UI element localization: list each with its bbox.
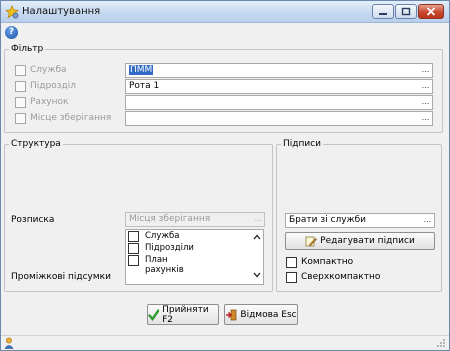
service-ellipsis-button[interactable]: ...	[419, 64, 432, 77]
edit-signatures-label: Редагувати підписи	[320, 236, 415, 246]
subtotals-label: Проміжкові підсумки	[11, 272, 111, 282]
scroll-down-icon[interactable]	[253, 272, 261, 278]
service-filter-label: Служба	[30, 65, 67, 75]
signatures-group: Підписи Брати зі служби ... Редагувати п…	[276, 139, 442, 292]
subtotal-units-checkbox[interactable]	[128, 243, 139, 254]
signature-source-ellipsis-button[interactable]: ...	[421, 214, 434, 227]
storage-filter-checkbox[interactable]	[15, 113, 26, 124]
help-button[interactable]: ?	[5, 26, 18, 39]
resize-grip-icon[interactable]	[436, 338, 446, 348]
edit-pencil-icon	[305, 236, 318, 247]
subtotal-accounts-label: План рахунків	[145, 255, 184, 275]
checkmark-icon	[148, 308, 160, 321]
service-value: ПММ	[129, 65, 154, 75]
close-icon	[426, 7, 436, 16]
exit-door-icon	[226, 309, 237, 320]
compact-label: Компактно	[301, 257, 354, 267]
supercompact-checkbox[interactable]	[286, 272, 297, 283]
structure-legend: Структура	[9, 139, 63, 149]
supercompact-label: Сверхкомпактно	[301, 272, 381, 282]
receipt-field: Місця зберігання ...	[125, 212, 265, 227]
service-field[interactable]: ПММ ...	[125, 63, 433, 78]
receipt-label: Розписка	[11, 215, 55, 225]
receipt-value: Місця зберігання	[129, 214, 211, 224]
edit-signatures-button[interactable]: Редагувати підписи	[285, 232, 435, 250]
unit-ellipsis-button[interactable]: ...	[419, 80, 432, 93]
unit-field[interactable]: Рота 1 ...	[125, 79, 433, 94]
help-icon: ?	[8, 27, 15, 37]
accept-button[interactable]: Прийняти F2	[147, 304, 219, 325]
maximize-button[interactable]	[395, 4, 417, 19]
subtotal-service-checkbox[interactable]	[128, 231, 139, 242]
account-field[interactable]: ...	[125, 95, 433, 110]
receipt-ellipsis-button: ...	[253, 214, 262, 223]
subtotal-accounts-checkbox[interactable]	[128, 255, 139, 266]
account-ellipsis-button[interactable]: ...	[419, 96, 432, 109]
filter-legend: Фільтр	[9, 44, 46, 54]
storage-ellipsis-button[interactable]: ...	[419, 112, 432, 125]
storage-field[interactable]: ...	[125, 111, 433, 126]
subtotal-service-label: Служба	[145, 231, 180, 241]
account-filter-label: Рахунок	[30, 97, 69, 107]
settings-window: Налаштування ? Фільтр Служба ПММ ... Під…	[0, 0, 450, 351]
minimize-button[interactable]	[372, 4, 394, 19]
user-icon	[4, 337, 14, 349]
unit-filter-checkbox[interactable]	[15, 81, 26, 92]
settings-star-icon	[5, 5, 19, 19]
unit-value: Рота 1	[129, 81, 160, 91]
service-filter-checkbox[interactable]	[15, 65, 26, 76]
close-button[interactable]	[418, 4, 444, 19]
cancel-button[interactable]: Відмова Esc	[224, 304, 298, 325]
signatures-legend: Підписи	[281, 139, 324, 149]
signature-source-value: Брати зі служби	[289, 215, 367, 225]
listbox-scrollbar[interactable]	[251, 230, 263, 284]
title-bar[interactable]: Налаштування	[1, 1, 449, 23]
storage-filter-label: Місце зберігання	[30, 113, 112, 123]
maximize-icon	[401, 7, 411, 16]
unit-filter-label: Підрозділ	[30, 81, 76, 91]
window-title: Налаштування	[22, 6, 101, 17]
account-filter-checkbox[interactable]	[15, 97, 26, 108]
signature-source-field[interactable]: Брати зі служби ...	[285, 213, 435, 228]
minimize-icon	[379, 12, 387, 15]
subtotals-listbox[interactable]: Служба Підрозділи План рахунків	[125, 229, 264, 285]
subtotal-units-label: Підрозділи	[145, 243, 194, 253]
accept-label: Прийняти F2	[162, 304, 209, 325]
scroll-up-icon[interactable]	[253, 234, 261, 240]
compact-checkbox[interactable]	[286, 257, 297, 268]
filter-group: Фільтр Служба ПММ ... Підрозділ Рота 1 .…	[4, 44, 443, 133]
cancel-label: Відмова Esc	[240, 309, 297, 320]
status-bar	[1, 335, 449, 350]
